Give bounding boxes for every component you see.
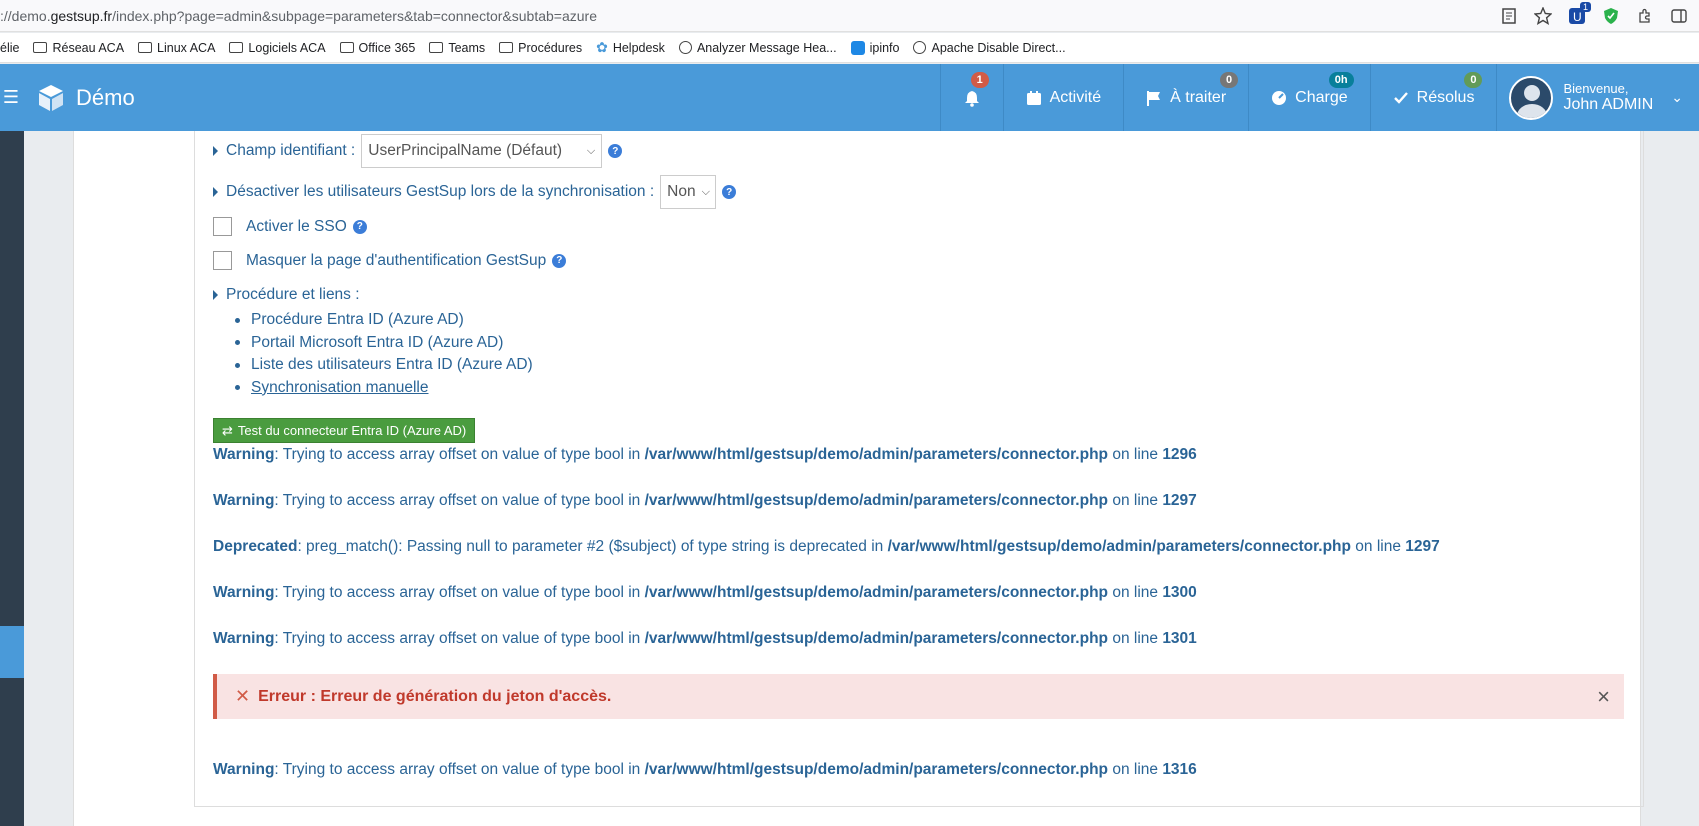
to-process-button[interactable]: À traiter 0: [1123, 64, 1248, 131]
procedure-heading: Procédure et liens :: [213, 286, 360, 304]
url-text[interactable]: ://demo.gestsup.fr/index.php?page=admin&…: [0, 8, 597, 24]
folder-icon: [138, 42, 153, 53]
bookmarks-bar: élie Réseau ACA Linux ACA Logiciels ACA …: [0, 33, 1699, 63]
notifications-button[interactable]: 1: [939, 64, 1003, 131]
sso-checkbox[interactable]: [213, 217, 232, 236]
bookmark-item[interactable]: Apache Disable Direct...: [913, 41, 1066, 55]
notifications-badge: 1: [970, 72, 989, 88]
identifier-row: Champ identifiant : UserPrincipalName (D…: [213, 134, 623, 168]
caret-right-icon: [213, 146, 218, 156]
user-menu[interactable]: Bienvenue, John ADMIN ⌄: [1496, 64, 1699, 131]
disable-users-row: Désactiver les utilisateurs GestSup lors…: [213, 175, 737, 209]
bookmark-folder[interactable]: Logiciels ACA: [229, 41, 326, 55]
folder-icon: [429, 42, 444, 53]
folder-icon: [339, 42, 354, 53]
shield-extension-icon[interactable]: [1601, 6, 1621, 26]
sidebar-toggle-icon[interactable]: [1669, 6, 1689, 26]
ipinfo-icon: [850, 40, 865, 55]
close-icon[interactable]: ×: [1597, 684, 1610, 710]
extension-u-icon[interactable]: U1: [1567, 2, 1591, 26]
menu-toggle-icon[interactable]: ☰: [0, 64, 22, 131]
hide-auth-row: Masquer la page d'authentification GestS…: [213, 251, 567, 270]
php-warning: Warning: Trying to access array offset o…: [213, 492, 1197, 509]
star-bookmark-icon[interactable]: [1533, 6, 1553, 26]
link-procedure-entra[interactable]: Procédure Entra ID (Azure AD): [235, 309, 533, 332]
error-x-icon: ✕: [235, 686, 251, 706]
hide-auth-checkbox[interactable]: [213, 251, 232, 270]
link-manual-sync[interactable]: Synchronisation manuelle: [235, 377, 533, 400]
check-icon: [1393, 91, 1408, 104]
chevron-down-icon: ⌄: [1671, 89, 1683, 105]
sidebar-active-item[interactable]: [0, 626, 24, 678]
bookmark-folder[interactable]: Réseau ACA: [33, 41, 124, 55]
app-brand[interactable]: Démo: [36, 83, 135, 113]
folder-icon: [499, 42, 514, 53]
gauge-icon: [1272, 90, 1287, 105]
bookmark-item[interactable]: ✿ Helpdesk: [596, 39, 665, 56]
bookmark-folder[interactable]: Office 365: [339, 41, 415, 55]
bookmark-folder[interactable]: Linux ACA: [138, 41, 215, 55]
bookmark-item[interactable]: élie: [0, 41, 19, 55]
globe-icon: [913, 41, 927, 54]
disable-users-select[interactable]: Non ⌵: [660, 175, 717, 209]
resolved-button[interactable]: Résolus 0: [1369, 64, 1497, 131]
avatar: [1509, 75, 1554, 120]
brand-name: Démo: [76, 84, 135, 110]
calendar-icon: [1026, 90, 1041, 105]
bookmark-item[interactable]: ipinfo: [850, 40, 899, 55]
folder-icon: [229, 42, 244, 53]
identifier-select[interactable]: UserPrincipalName (Défaut) ⌵: [361, 134, 603, 168]
help-icon[interactable]: ?: [352, 219, 367, 234]
exchange-icon: ⇄: [222, 422, 233, 438]
caret-right-icon: [213, 290, 218, 300]
folder-icon: [33, 42, 48, 53]
php-warning: Warning: Trying to access array offset o…: [213, 584, 1197, 601]
reader-view-icon[interactable]: [1499, 6, 1519, 26]
svg-text:U: U: [1573, 10, 1582, 24]
link-portal-entra[interactable]: Portail Microsoft Entra ID (Azure AD): [235, 332, 533, 355]
to-process-badge: 0: [1220, 72, 1239, 88]
bookmark-folder[interactable]: Teams: [429, 41, 485, 55]
sidebar: [0, 131, 24, 826]
activity-button[interactable]: Activité: [1002, 64, 1124, 131]
caret-right-icon: [213, 187, 218, 197]
resolved-badge: 0: [1464, 72, 1483, 88]
help-icon[interactable]: ?: [722, 185, 737, 199]
username: John ADMIN: [1563, 96, 1654, 113]
chevron-down-icon: ⌵: [586, 144, 596, 157]
extensions-puzzle-icon[interactable]: [1635, 6, 1655, 26]
helpdesk-icon: ✿: [596, 39, 608, 55]
test-connector-button[interactable]: ⇄ Test du connecteur Entra ID (Azure AD): [213, 418, 476, 443]
help-icon[interactable]: ?: [552, 253, 567, 268]
php-warning: Warning: Trying to access array offset o…: [213, 446, 1197, 463]
sso-row: Activer le SSO ?: [213, 217, 367, 236]
php-deprecated: Deprecated: preg_match(): Passing null t…: [213, 538, 1440, 555]
bookmark-folder[interactable]: Procédures: [499, 41, 582, 55]
chevron-down-icon: ⌵: [701, 185, 710, 198]
bookmark-item[interactable]: Analyzer Message Hea...: [678, 41, 837, 55]
help-icon[interactable]: ?: [608, 144, 623, 158]
cube-logo-icon: [39, 84, 63, 111]
procedure-links: Procédure Entra ID (Azure AD) Portail Mi…: [235, 309, 533, 399]
connector-panel: Champ identifiant : UserPrincipalName (D…: [194, 131, 1644, 807]
php-warning: Warning: Trying to access array offset o…: [213, 761, 1197, 778]
browser-url-bar[interactable]: ://demo.gestsup.fr/index.php?page=admin&…: [0, 0, 1699, 32]
app-navbar: ☰ Démo 1 Activité À traiter 0 Charge 0h …: [0, 64, 1699, 131]
bell-icon: [964, 90, 979, 107]
globe-icon: [678, 41, 692, 54]
load-badge: 0h: [1328, 72, 1354, 88]
link-users-entra[interactable]: Liste des utilisateurs Entra ID (Azure A…: [235, 354, 533, 377]
error-alert: ✕ Erreur : Erreur de génération du jeton…: [213, 674, 1624, 719]
flag-icon: [1147, 90, 1161, 106]
load-button[interactable]: Charge 0h: [1248, 64, 1369, 131]
main-content: Champ identifiant : UserPrincipalName (D…: [73, 131, 1644, 826]
php-warning: Warning: Trying to access array offset o…: [213, 630, 1197, 647]
